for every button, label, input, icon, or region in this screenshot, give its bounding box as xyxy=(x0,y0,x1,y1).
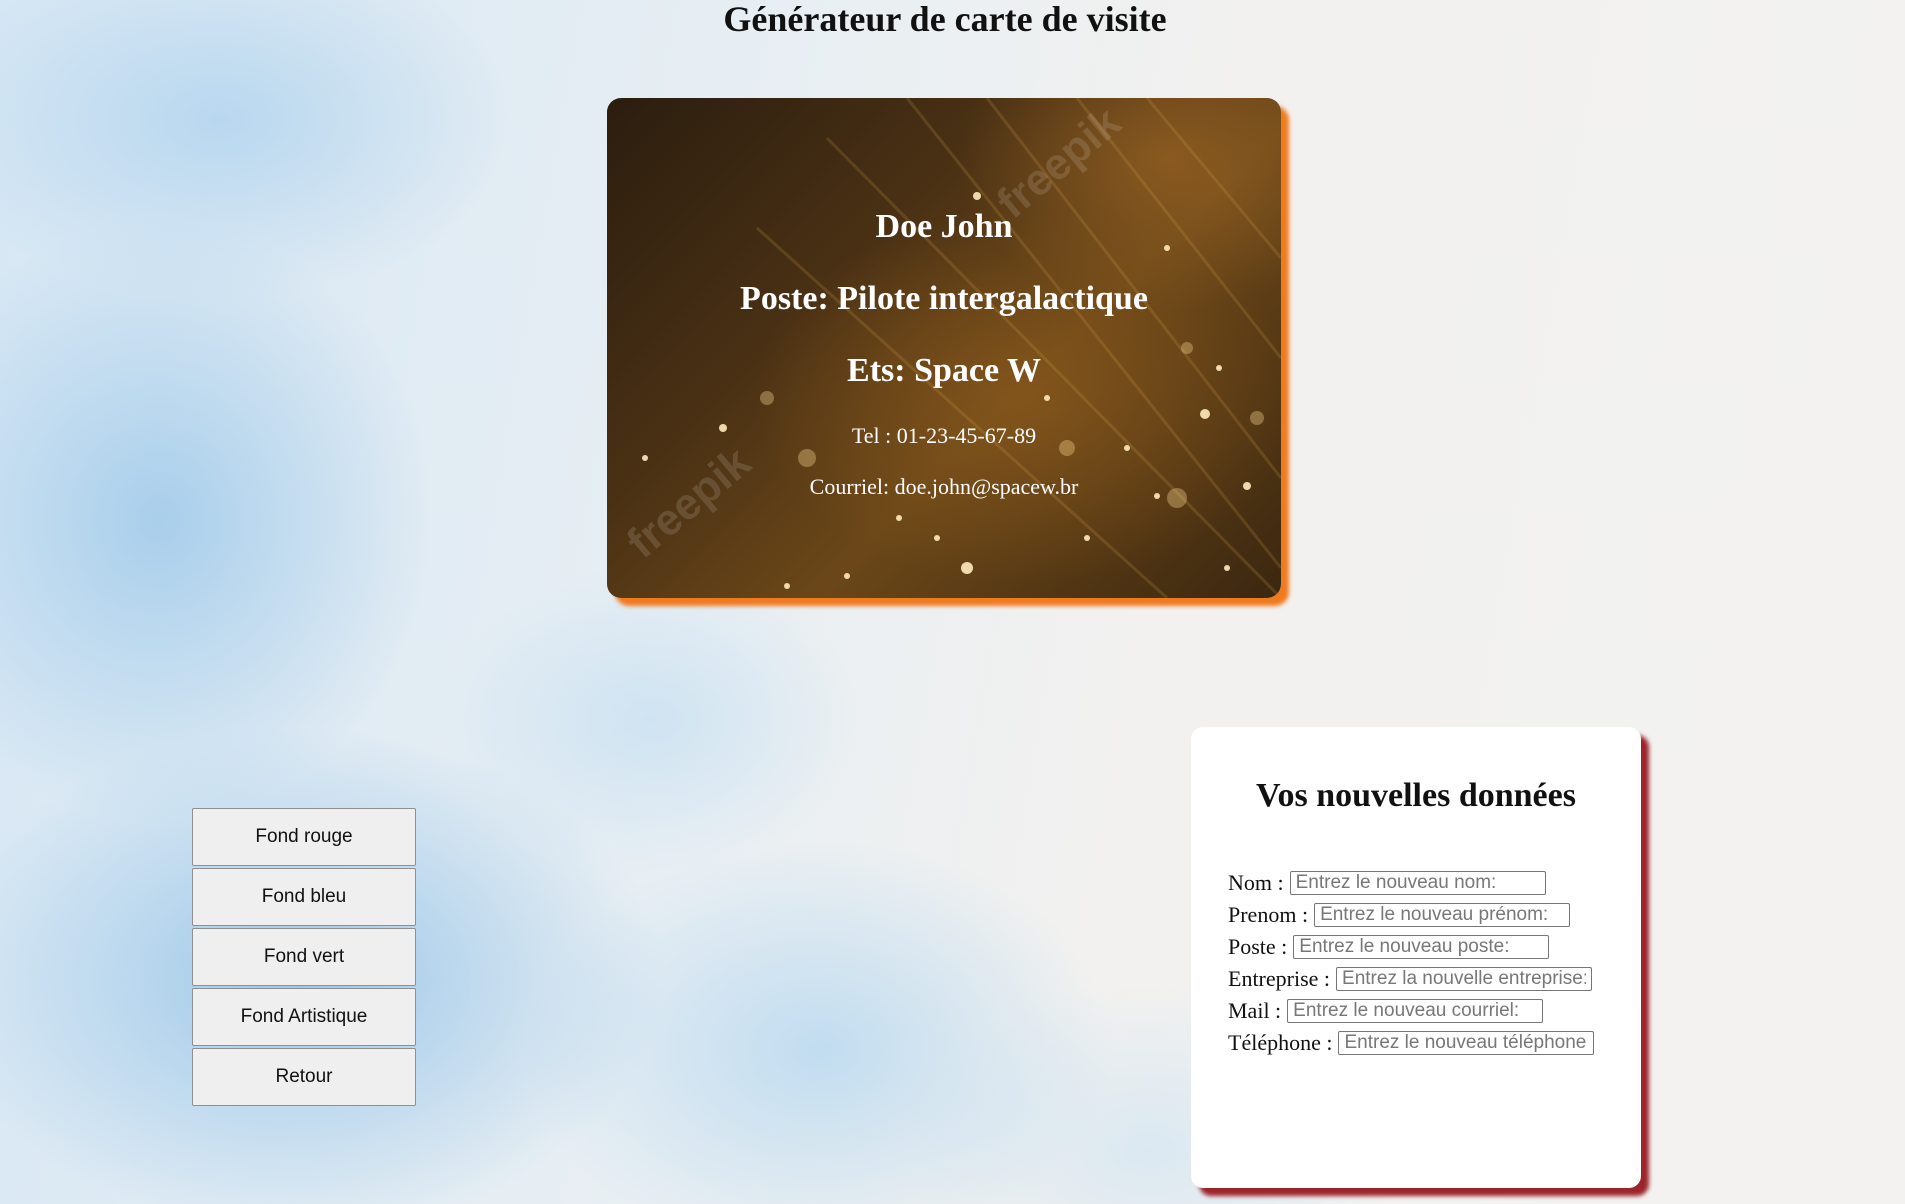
panel-title: Vos nouvelles données xyxy=(1256,777,1576,814)
form-row-mail: Mail : xyxy=(1228,995,1594,1027)
fond-bleu-button[interactable]: Fond bleu xyxy=(192,868,416,926)
nom-label: Nom : xyxy=(1228,870,1284,895)
new-data-form: Nom : Prenom : Poste : Entreprise : Mail… xyxy=(1228,867,1595,1059)
form-row-telephone: Téléphone : xyxy=(1228,1027,1595,1059)
prenom-label: Prenom : xyxy=(1228,902,1309,927)
card-poste: Poste: Pilote intergalactique xyxy=(740,280,1148,317)
fond-rouge-button[interactable]: Fond rouge xyxy=(192,808,416,866)
retour-button[interactable]: Retour xyxy=(192,1048,416,1106)
card-name: Doe John xyxy=(875,208,1013,245)
business-card: freepik freepik Doe John Poste: Pilote i… xyxy=(607,98,1281,598)
card-phone: Tel : 01-23-45-67-89 xyxy=(851,423,1037,448)
form-row-entreprise: Entreprise : xyxy=(1228,963,1594,995)
new-data-panel: Vos nouvelles données Nom : Prenom : Pos… xyxy=(1191,727,1641,1188)
prenom-input[interactable] xyxy=(1314,903,1571,927)
background-buttons: Fond rouge Fond bleu Fond vert Fond Arti… xyxy=(192,808,416,1108)
entreprise-input[interactable] xyxy=(1336,967,1593,991)
mail-input[interactable] xyxy=(1287,999,1544,1023)
telephone-input[interactable] xyxy=(1338,1031,1595,1055)
page-title: Générateur de carte de visite xyxy=(723,0,1167,39)
form-row-prenom: Prenom : xyxy=(1228,899,1594,931)
mail-label: Mail : xyxy=(1228,998,1282,1023)
card-background-sparkles xyxy=(642,98,1281,598)
card-email: Courriel: doe.john@spacew.br xyxy=(809,474,1079,499)
telephone-label: Téléphone : xyxy=(1228,1030,1333,1055)
poste-input[interactable] xyxy=(1293,935,1550,959)
card-company: Ets: Space W xyxy=(847,352,1041,389)
poste-label: Poste : xyxy=(1228,934,1288,959)
form-row-poste: Poste : xyxy=(1228,931,1594,963)
entreprise-label: Entreprise : xyxy=(1228,966,1331,991)
fond-artistique-button[interactable]: Fond Artistique xyxy=(192,988,416,1046)
fond-vert-button[interactable]: Fond vert xyxy=(192,928,416,986)
nom-input[interactable] xyxy=(1289,871,1546,895)
form-row-nom: Nom : xyxy=(1228,867,1594,899)
